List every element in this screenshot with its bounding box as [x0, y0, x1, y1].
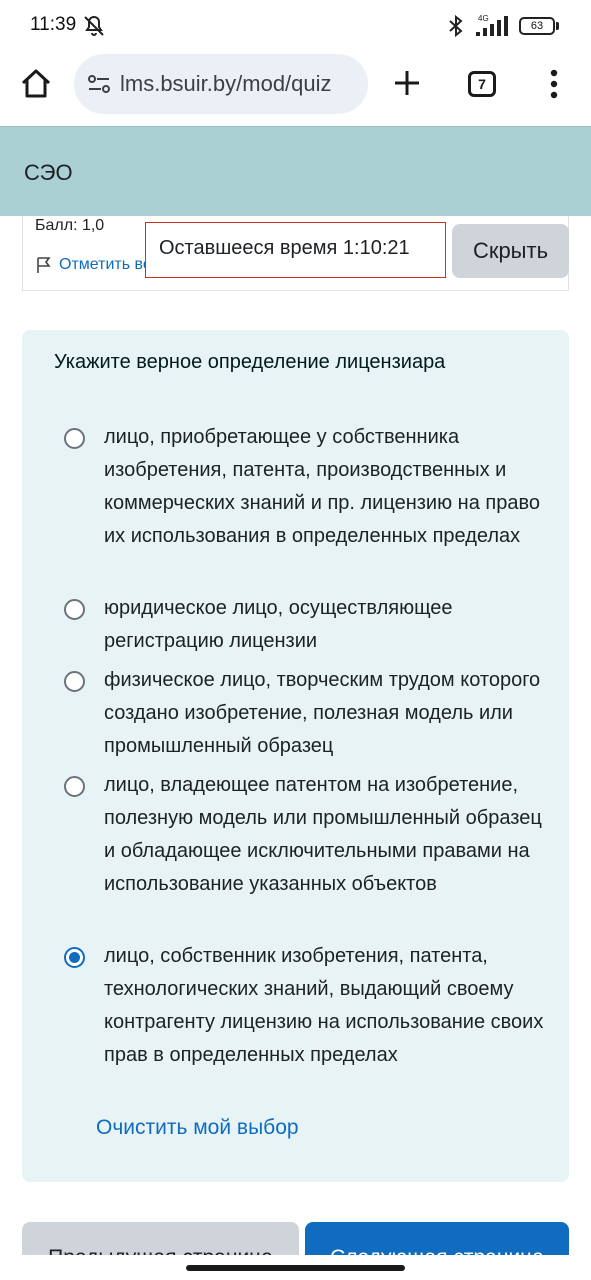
address-bar[interactable]: lms.bsuir.by/mod/quiz — [74, 54, 368, 114]
answer-label[interactable]: лицо, собственник изобретения, патента, … — [104, 940, 544, 1072]
notifications-muted-icon — [84, 15, 104, 36]
answer-label[interactable]: лицо, владеющее патентом на изобретение,… — [104, 769, 544, 901]
radio-button-selected[interactable] — [64, 947, 85, 968]
answer-option[interactable]: лицо, приобретающее у собственника изобр… — [64, 421, 544, 586]
radio-button[interactable] — [64, 599, 85, 620]
answer-option[interactable]: юридическое лицо, осуществляющее регистр… — [64, 592, 544, 658]
tab-switcher-button[interactable]: 7 — [468, 71, 496, 97]
answer-label[interactable]: лицо, приобретающее у собственника изобр… — [104, 421, 544, 553]
time-left-label: Оставшееся время 1:10:21 — [159, 237, 410, 259]
quiz-timer: Оставшееся время 1:10:21 — [145, 222, 446, 278]
radio-button[interactable] — [64, 776, 85, 797]
answer-label[interactable]: физическое лицо, творческим трудом котор… — [104, 664, 544, 763]
site-header: СЭО — [0, 126, 591, 216]
hide-timer-button[interactable]: Скрыть — [452, 224, 569, 278]
answer-option-selected[interactable]: лицо, собственник изобретения, патента, … — [64, 940, 544, 1105]
answer-option[interactable]: лицо, владеющее патентом на изобретение,… — [64, 769, 544, 934]
clear-choice-link[interactable]: Очистить мой выбор — [96, 1116, 299, 1140]
status-bar: 11:39 4G 63 — [0, 0, 591, 52]
home-icon[interactable] — [18, 66, 54, 102]
battery-level: 63 — [530, 20, 544, 32]
question-text: Укажите верное определение лицензиара — [54, 351, 446, 373]
more-menu-icon[interactable] — [542, 66, 566, 102]
gesture-handle[interactable] — [186, 1265, 405, 1271]
answer-label[interactable]: юридическое лицо, осуществляющее регистр… — [104, 592, 544, 658]
battery-tip — [556, 22, 559, 30]
signal-icon — [476, 16, 508, 36]
battery-icon: 63 — [519, 17, 555, 35]
question-panel: Укажите верное определение лицензиара ли… — [22, 330, 569, 1182]
flag-icon — [37, 257, 51, 273]
new-tab-icon[interactable] — [392, 68, 422, 98]
site-name[interactable]: СЭО — [24, 160, 73, 186]
question-grade: Балл: 1,0 — [35, 217, 105, 234]
radio-button[interactable] — [64, 428, 85, 449]
status-time: 11:39 — [30, 14, 77, 35]
browser-toolbar: lms.bsuir.by/mod/quiz 7 — [0, 52, 591, 126]
radio-button[interactable] — [64, 671, 85, 692]
site-settings-icon[interactable] — [86, 72, 112, 96]
url-text[interactable]: lms.bsuir.by/mod/quiz — [120, 71, 366, 97]
bluetooth-icon — [449, 14, 463, 38]
answer-option[interactable]: физическое лицо, творческим трудом котор… — [64, 664, 544, 763]
